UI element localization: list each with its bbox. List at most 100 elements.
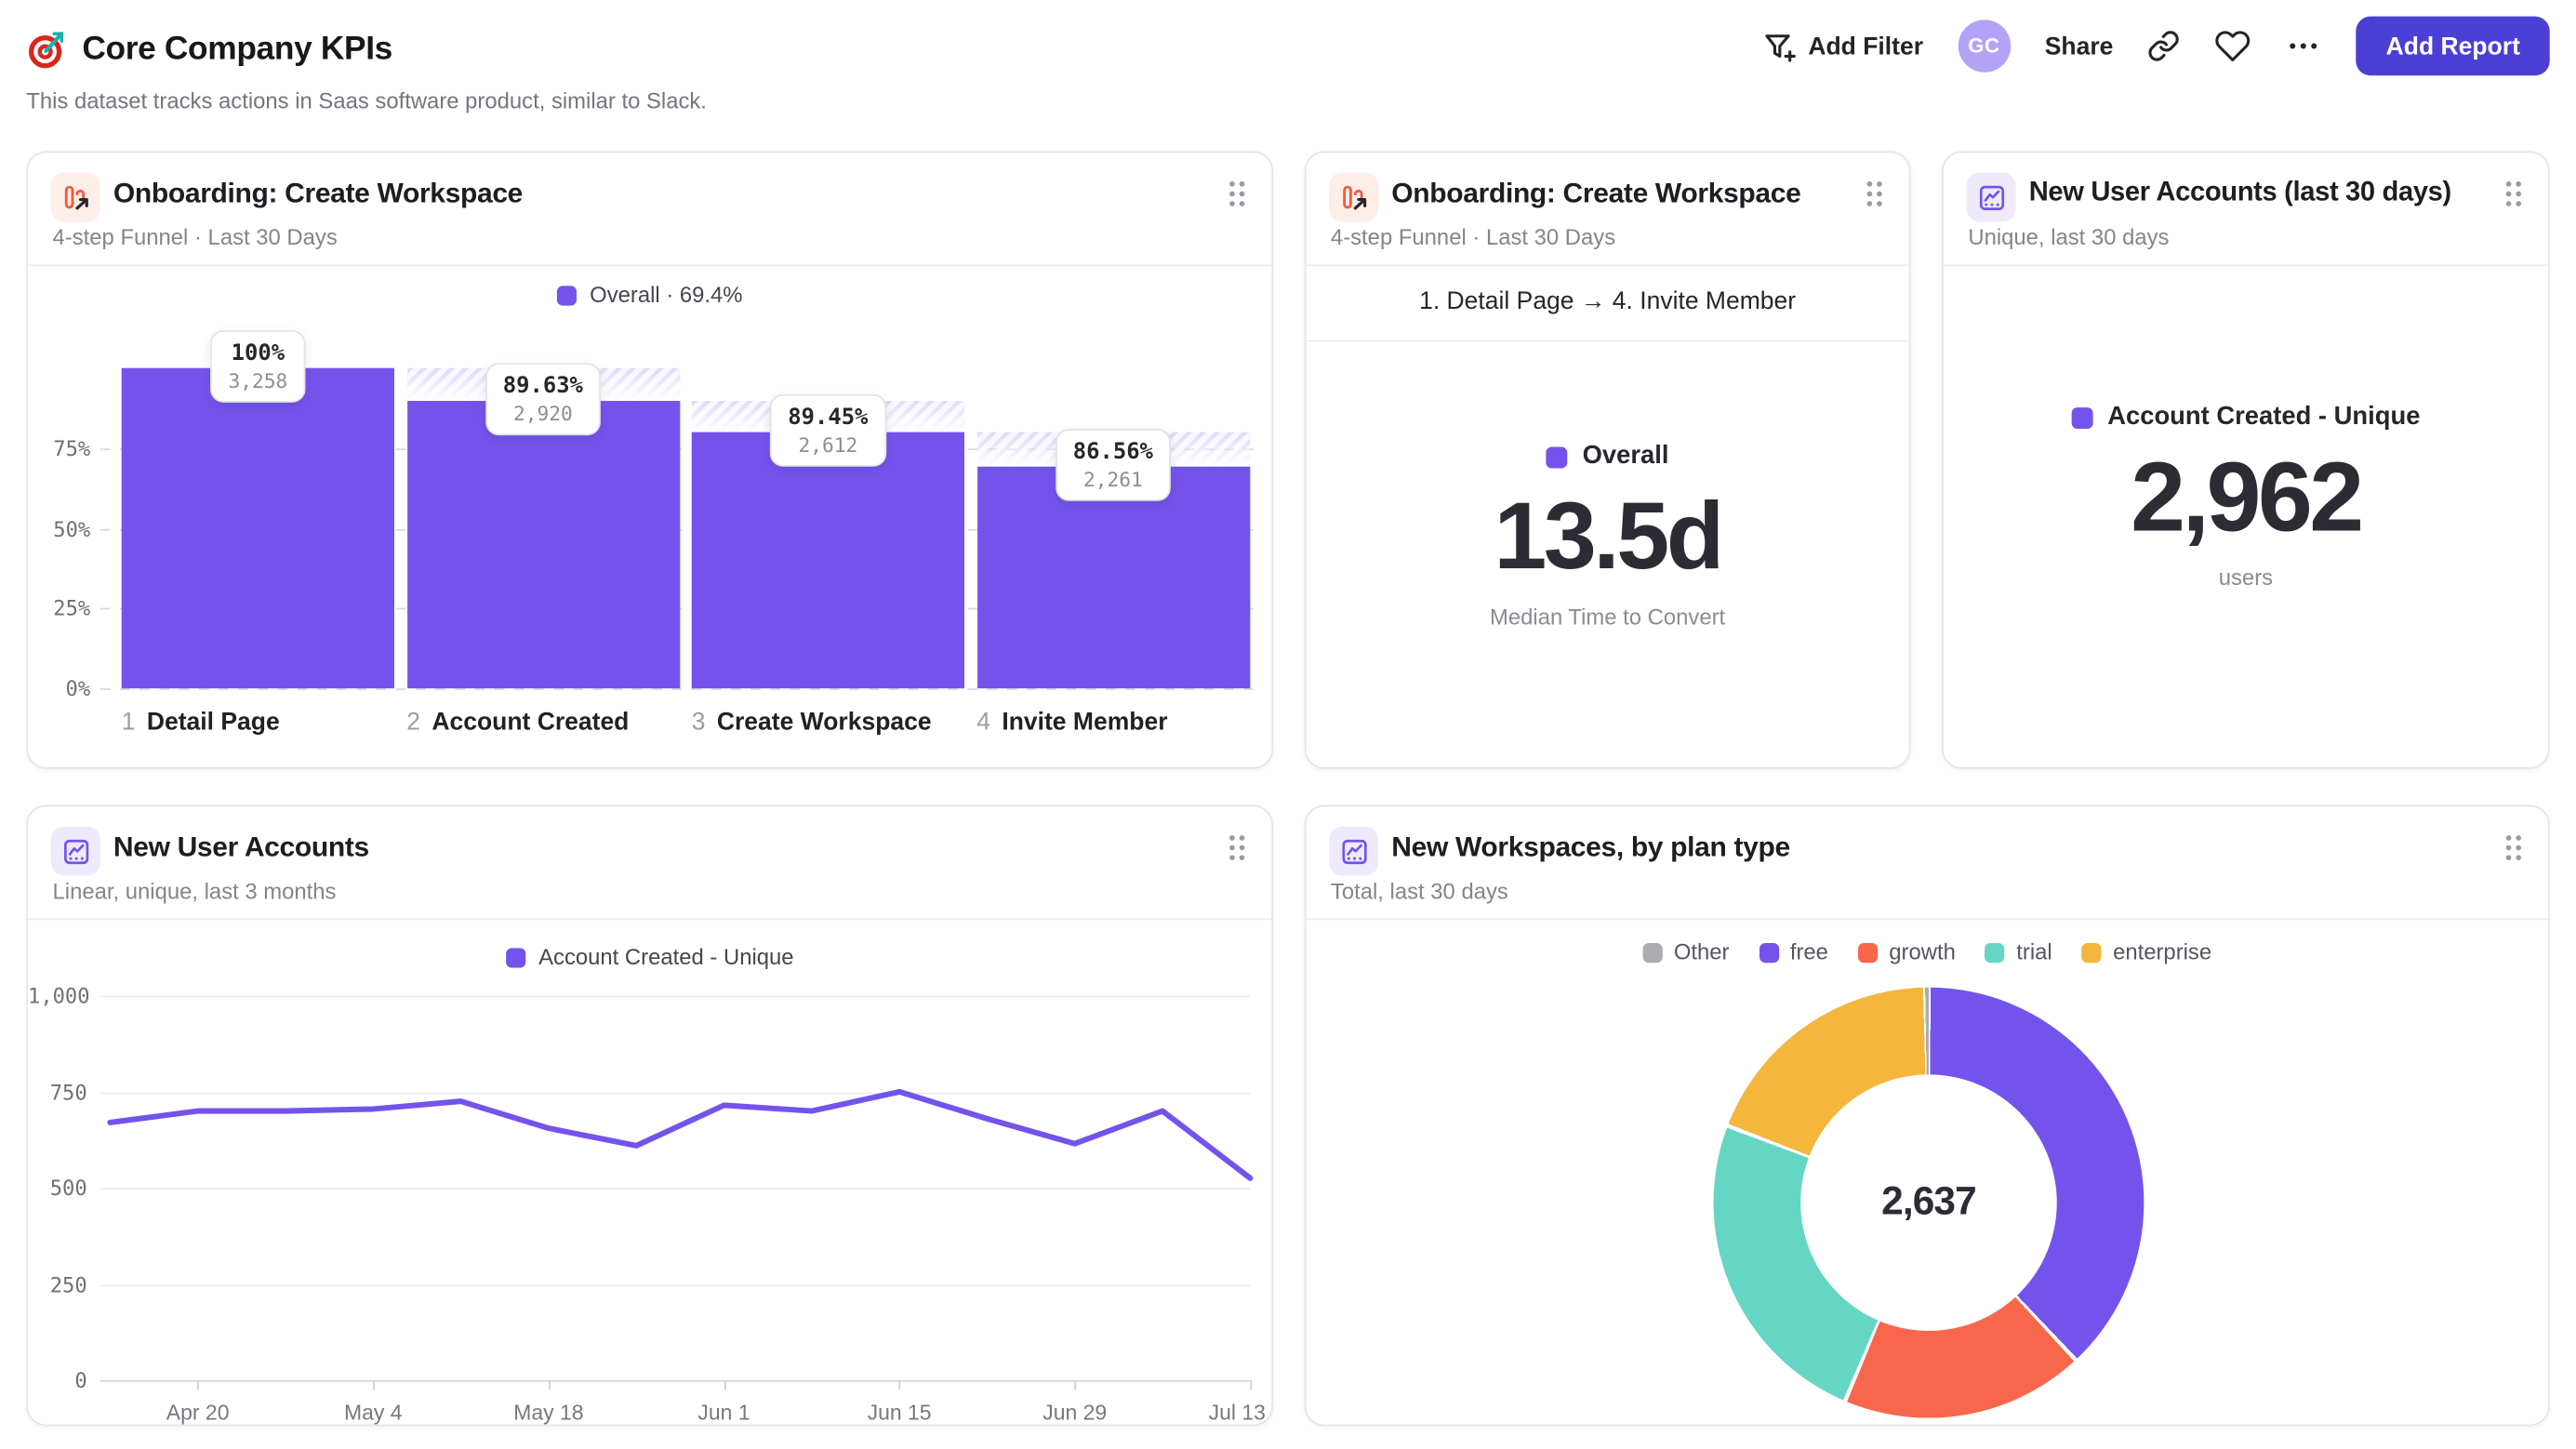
- drag-handle[interactable]: [2503, 833, 2526, 871]
- card-onboarding-funnel-chart: Onboarding: Create Workspace 4-step Funn…: [26, 151, 1274, 769]
- legend-item-other[interactable]: Other: [1642, 939, 1729, 964]
- page-title: Core Company KPIs: [82, 31, 392, 68]
- funnel-value-tooltip: 89.63% 2,920: [485, 363, 602, 436]
- card-title: New User Accounts (last 30 days): [2028, 177, 2452, 207]
- legend-item-trial[interactable]: trial: [1985, 939, 2052, 964]
- filter-plus-icon: [1760, 29, 1796, 63]
- funnel-value-tooltip: 86.56% 2,261: [1055, 428, 1172, 501]
- metric-legend[interactable]: Account Created - Unique: [1944, 403, 2548, 432]
- page-subtitle: This dataset tracks actions in Saas soft…: [26, 88, 707, 113]
- metric-caption: users: [2218, 565, 2274, 591]
- legend-item-growth[interactable]: growth: [1857, 939, 1956, 964]
- line-series-account-created: [107, 1088, 1254, 1181]
- y-axis-label: 75%: [53, 435, 91, 461]
- favorite-button[interactable]: [2215, 28, 2251, 64]
- card-new-workspaces-donut: New Workspaces, by plan type Total, last…: [1304, 804, 2550, 1427]
- legend-swatch: [1642, 942, 1663, 963]
- line-chart-icon: [1329, 826, 1379, 876]
- legend-label: growth: [1889, 939, 1956, 964]
- funnel-count-label: 3,258: [228, 369, 288, 393]
- page-header: Core Company KPIs This dataset tracks ac…: [0, 0, 2576, 138]
- drag-handle[interactable]: [1863, 179, 1886, 218]
- donut-legend: Other free growth trial enterprise: [1306, 939, 2548, 964]
- step-name: Account Created: [432, 708, 630, 737]
- avatar[interactable]: GC: [1958, 20, 2011, 73]
- copy-link-button[interactable]: [2148, 30, 2181, 62]
- gridline-0%: [100, 688, 1254, 690]
- card-subtitle: 4-step Funnel · Last 30 Days: [1330, 225, 1616, 250]
- y-axis-label: 50%: [53, 515, 91, 541]
- legend-label: Other: [1673, 939, 1730, 964]
- step-number: 3: [691, 708, 706, 737]
- line-chart-icon: [1966, 172, 2016, 222]
- donut-total: 2,637: [1881, 1179, 1977, 1225]
- card-new-user-accounts-line: New User Accounts Linear, unique, last 3…: [26, 804, 1274, 1427]
- funnel-count-label: 2,261: [1082, 467, 1143, 491]
- funnel-step-label: 3 Create Workspace: [692, 708, 932, 736]
- legend-swatch: [1857, 942, 1878, 963]
- add-filter-label: Add Filter: [1808, 32, 1924, 60]
- legend-swatch: [1546, 445, 1568, 468]
- card-title: Onboarding: Create Workspace: [1391, 177, 1801, 209]
- card-subtitle: Total, last 30 days: [1330, 879, 1508, 904]
- step-number: 1: [121, 708, 136, 737]
- funnel-step-label: 4 Invite Member: [976, 708, 1167, 736]
- heart-icon: [2215, 28, 2251, 64]
- share-button[interactable]: Share: [2045, 32, 2114, 60]
- legend-item-free[interactable]: free: [1759, 939, 1828, 964]
- funnel-bar-create-workspace[interactable]: [691, 432, 964, 689]
- funnel-pct-label: 100%: [231, 339, 285, 366]
- dashboard: Core Company KPIs This dataset tracks ac…: [0, 0, 2576, 1449]
- divider: [1943, 264, 2548, 267]
- funnel-step-range: 1. Detail Page → 4. Invite Member: [1306, 264, 1909, 342]
- donut-hole: 2,637: [1800, 1074, 2057, 1331]
- add-filter-button[interactable]: Add Filter: [1760, 29, 1923, 63]
- ellipsis-icon: [2286, 28, 2322, 64]
- funnel-bar-detail-page[interactable]: [121, 367, 394, 689]
- legend-label: free: [1789, 939, 1828, 964]
- step-number: 4: [976, 708, 990, 737]
- drag-handle[interactable]: [2503, 179, 2526, 218]
- legend-item-enterprise[interactable]: enterprise: [2081, 939, 2212, 964]
- dashboard-logo-icon: [26, 30, 67, 71]
- line-chart: 0 250 500 750 1,000 Apr 20 May 4 May 18 Jun 1 Jun…: [28, 806, 1271, 1424]
- legend-swatch: [1985, 942, 2005, 963]
- legend-label: Overall: [1582, 442, 1669, 471]
- step-name: Detail Page: [146, 708, 280, 737]
- step-name: Invite Member: [1002, 708, 1168, 737]
- step-name: Create Workspace: [716, 708, 932, 737]
- legend-label: trial: [2016, 939, 2052, 964]
- divider: [1306, 918, 2548, 921]
- card-subtitle: Unique, last 30 days: [1968, 225, 2170, 250]
- legend-swatch: [2081, 942, 2102, 963]
- funnel-step-label: 1 Detail Page: [122, 708, 280, 736]
- funnel-chart-icon: [1329, 172, 1379, 222]
- y-axis-label: 0%: [65, 675, 91, 701]
- legend-swatch: [1759, 942, 1779, 963]
- funnel-pct-label: 89.63%: [502, 373, 583, 400]
- legend-label: Account Created - Unique: [2107, 402, 2421, 431]
- funnel-step-label: 2 Account Created: [406, 708, 629, 736]
- step-number: 2: [406, 708, 420, 737]
- funnel-bar-chart: 75% 50% 25% 0% 100% 3,258 1 Detail Page 89.63% 2,…: [28, 153, 1271, 767]
- y-axis-label: 25%: [53, 595, 91, 621]
- funnel-count-label: 2,920: [512, 403, 573, 426]
- card-title: New Workspaces, by plan type: [1391, 831, 1790, 863]
- card-time-to-convert: Onboarding: Create Workspace 4-step Funn…: [1304, 151, 1911, 769]
- legend-label: enterprise: [2113, 939, 2212, 964]
- more-options-button[interactable]: [2286, 28, 2322, 64]
- metric-legend[interactable]: Overall: [1306, 442, 1908, 472]
- add-report-button[interactable]: Add Report: [2356, 16, 2550, 76]
- funnel-value-tooltip: 100% 3,258: [210, 330, 306, 403]
- funnel-bar-account-created[interactable]: [406, 401, 680, 689]
- funnel-count-label: 2,612: [798, 432, 858, 457]
- metric-caption: Median Time to Convert: [1490, 605, 1726, 630]
- legend-swatch: [2071, 406, 2093, 429]
- funnel-pct-label: 89.45%: [788, 403, 869, 431]
- metric-value: 13.5d: [1494, 483, 1724, 591]
- link-icon: [2148, 30, 2181, 62]
- funnel-value-tooltip: 89.45% 2,612: [769, 393, 886, 467]
- card-new-user-accounts-metric: New User Accounts (last 30 days) Unique,…: [1942, 151, 2550, 769]
- funnel-pct-label: 86.56%: [1072, 438, 1153, 465]
- metric-value: 2,962: [2131, 442, 2364, 552]
